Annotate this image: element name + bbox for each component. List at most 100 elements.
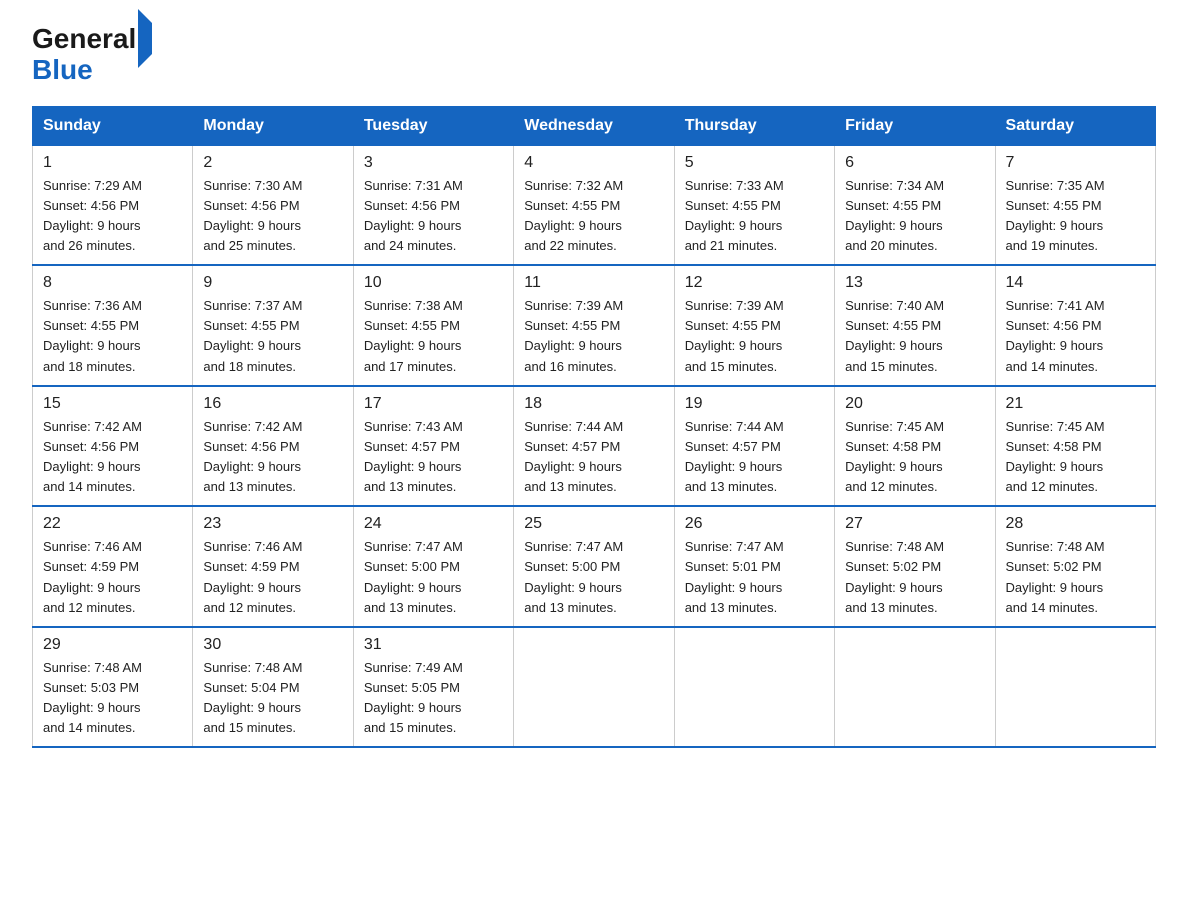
- logo-blue: Blue: [32, 55, 152, 86]
- day-info: Sunrise: 7:30 AMSunset: 4:56 PMDaylight:…: [203, 176, 342, 257]
- week-row-3: 15 Sunrise: 7:42 AMSunset: 4:56 PMDayligh…: [33, 386, 1156, 507]
- day-number: 11: [524, 274, 663, 292]
- weekday-header-thursday: Thursday: [674, 106, 834, 145]
- empty-cell: [835, 627, 995, 748]
- day-info: Sunrise: 7:38 AMSunset: 4:55 PMDaylight:…: [364, 296, 503, 377]
- day-cell-21: 21 Sunrise: 7:45 AMSunset: 4:58 PMDayligh…: [995, 386, 1155, 507]
- day-cell-25: 25 Sunrise: 7:47 AMSunset: 5:00 PMDayligh…: [514, 506, 674, 627]
- day-info: Sunrise: 7:48 AMSunset: 5:04 PMDaylight:…: [203, 658, 342, 739]
- day-number: 14: [1006, 274, 1145, 292]
- day-info: Sunrise: 7:45 AMSunset: 4:58 PMDaylight:…: [1006, 417, 1145, 498]
- day-cell-13: 13 Sunrise: 7:40 AMSunset: 4:55 PMDayligh…: [835, 265, 995, 386]
- day-number: 31: [364, 636, 503, 654]
- day-cell-27: 27 Sunrise: 7:48 AMSunset: 5:02 PMDayligh…: [835, 506, 995, 627]
- day-cell-26: 26 Sunrise: 7:47 AMSunset: 5:01 PMDayligh…: [674, 506, 834, 627]
- day-cell-22: 22 Sunrise: 7:46 AMSunset: 4:59 PMDayligh…: [33, 506, 193, 627]
- day-number: 13: [845, 274, 984, 292]
- day-cell-1: 1 Sunrise: 7:29 AMSunset: 4:56 PMDaylight…: [33, 145, 193, 265]
- day-cell-16: 16 Sunrise: 7:42 AMSunset: 4:56 PMDayligh…: [193, 386, 353, 507]
- day-info: Sunrise: 7:46 AMSunset: 4:59 PMDaylight:…: [203, 537, 342, 618]
- day-number: 1: [43, 154, 182, 172]
- day-number: 24: [364, 515, 503, 533]
- day-cell-5: 5 Sunrise: 7:33 AMSunset: 4:55 PMDaylight…: [674, 145, 834, 265]
- day-number: 21: [1006, 395, 1145, 413]
- day-cell-11: 11 Sunrise: 7:39 AMSunset: 4:55 PMDayligh…: [514, 265, 674, 386]
- day-info: Sunrise: 7:33 AMSunset: 4:55 PMDaylight:…: [685, 176, 824, 257]
- day-info: Sunrise: 7:40 AMSunset: 4:55 PMDaylight:…: [845, 296, 984, 377]
- day-info: Sunrise: 7:49 AMSunset: 5:05 PMDaylight:…: [364, 658, 503, 739]
- day-cell-20: 20 Sunrise: 7:45 AMSunset: 4:58 PMDayligh…: [835, 386, 995, 507]
- day-cell-18: 18 Sunrise: 7:44 AMSunset: 4:57 PMDayligh…: [514, 386, 674, 507]
- day-info: Sunrise: 7:39 AMSunset: 4:55 PMDaylight:…: [685, 296, 824, 377]
- empty-cell: [995, 627, 1155, 748]
- day-info: Sunrise: 7:41 AMSunset: 4:56 PMDaylight:…: [1006, 296, 1145, 377]
- day-info: Sunrise: 7:29 AMSunset: 4:56 PMDaylight:…: [43, 176, 182, 257]
- weekday-header-monday: Monday: [193, 106, 353, 145]
- day-number: 25: [524, 515, 663, 533]
- day-number: 30: [203, 636, 342, 654]
- day-info: Sunrise: 7:39 AMSunset: 4:55 PMDaylight:…: [524, 296, 663, 377]
- day-cell-2: 2 Sunrise: 7:30 AMSunset: 4:56 PMDaylight…: [193, 145, 353, 265]
- day-number: 12: [685, 274, 824, 292]
- weekday-header-tuesday: Tuesday: [353, 106, 513, 145]
- day-cell-8: 8Sunrise: 7:36 AMSunset: 4:55 PMDaylight…: [33, 265, 193, 386]
- day-info: Sunrise: 7:43 AMSunset: 4:57 PMDaylight:…: [364, 417, 503, 498]
- day-info: Sunrise: 7:47 AMSunset: 5:00 PMDaylight:…: [524, 537, 663, 618]
- day-number: 7: [1006, 154, 1145, 172]
- day-cell-12: 12 Sunrise: 7:39 AMSunset: 4:55 PMDayligh…: [674, 265, 834, 386]
- day-info: Sunrise: 7:42 AMSunset: 4:56 PMDaylight:…: [43, 417, 182, 498]
- day-number: 8: [43, 274, 182, 292]
- day-number: 17: [364, 395, 503, 413]
- day-info: Sunrise: 7:48 AMSunset: 5:03 PMDaylight:…: [43, 658, 182, 739]
- page-header: General Blue: [32, 24, 1156, 86]
- week-row-5: 29Sunrise: 7:48 AMSunset: 5:03 PMDayligh…: [33, 627, 1156, 748]
- logo-text: General: [32, 24, 152, 55]
- day-cell-7: 7 Sunrise: 7:35 AMSunset: 4:55 PMDaylight…: [995, 145, 1155, 265]
- day-info: Sunrise: 7:45 AMSunset: 4:58 PMDaylight:…: [845, 417, 984, 498]
- day-cell-15: 15 Sunrise: 7:42 AMSunset: 4:56 PMDayligh…: [33, 386, 193, 507]
- day-info: Sunrise: 7:31 AMSunset: 4:56 PMDaylight:…: [364, 176, 503, 257]
- week-row-1: 1 Sunrise: 7:29 AMSunset: 4:56 PMDaylight…: [33, 145, 1156, 265]
- weekday-header-friday: Friday: [835, 106, 995, 145]
- day-cell-23: 23Sunrise: 7:46 AMSunset: 4:59 PMDayligh…: [193, 506, 353, 627]
- day-info: Sunrise: 7:47 AMSunset: 5:01 PMDaylight:…: [685, 537, 824, 618]
- day-cell-9: 9Sunrise: 7:37 AMSunset: 4:55 PMDaylight…: [193, 265, 353, 386]
- day-number: 28: [1006, 515, 1145, 533]
- weekday-header-sunday: Sunday: [33, 106, 193, 145]
- weekday-header-wednesday: Wednesday: [514, 106, 674, 145]
- day-info: Sunrise: 7:48 AMSunset: 5:02 PMDaylight:…: [845, 537, 984, 618]
- day-number: 5: [685, 154, 824, 172]
- day-cell-4: 4Sunrise: 7:32 AMSunset: 4:55 PMDaylight…: [514, 145, 674, 265]
- day-number: 26: [685, 515, 824, 533]
- day-cell-28: 28Sunrise: 7:48 AMSunset: 5:02 PMDayligh…: [995, 506, 1155, 627]
- week-row-2: 8Sunrise: 7:36 AMSunset: 4:55 PMDaylight…: [33, 265, 1156, 386]
- calendar-table: SundayMondayTuesdayWednesdayThursdayFrid…: [32, 106, 1156, 749]
- day-info: Sunrise: 7:32 AMSunset: 4:55 PMDaylight:…: [524, 176, 663, 257]
- day-cell-6: 6Sunrise: 7:34 AMSunset: 4:55 PMDaylight…: [835, 145, 995, 265]
- day-info: Sunrise: 7:44 AMSunset: 4:57 PMDaylight:…: [685, 417, 824, 498]
- day-cell-30: 30 Sunrise: 7:48 AMSunset: 5:04 PMDayligh…: [193, 627, 353, 748]
- day-number: 20: [845, 395, 984, 413]
- day-cell-29: 29Sunrise: 7:48 AMSunset: 5:03 PMDayligh…: [33, 627, 193, 748]
- weekday-header-saturday: Saturday: [995, 106, 1155, 145]
- day-number: 9: [203, 274, 342, 292]
- day-info: Sunrise: 7:47 AMSunset: 5:00 PMDaylight:…: [364, 537, 503, 618]
- day-cell-10: 10 Sunrise: 7:38 AMSunset: 4:55 PMDayligh…: [353, 265, 513, 386]
- day-number: 22: [43, 515, 182, 533]
- day-info: Sunrise: 7:42 AMSunset: 4:56 PMDaylight:…: [203, 417, 342, 498]
- day-cell-14: 14 Sunrise: 7:41 AMSunset: 4:56 PMDayligh…: [995, 265, 1155, 386]
- day-number: 18: [524, 395, 663, 413]
- day-cell-24: 24 Sunrise: 7:47 AMSunset: 5:00 PMDayligh…: [353, 506, 513, 627]
- day-number: 10: [364, 274, 503, 292]
- day-cell-31: 31 Sunrise: 7:49 AMSunset: 5:05 PMDayligh…: [353, 627, 513, 748]
- day-info: Sunrise: 7:46 AMSunset: 4:59 PMDaylight:…: [43, 537, 182, 618]
- day-number: 15: [43, 395, 182, 413]
- day-info: Sunrise: 7:35 AMSunset: 4:55 PMDaylight:…: [1006, 176, 1145, 257]
- day-number: 2: [203, 154, 342, 172]
- day-number: 19: [685, 395, 824, 413]
- day-info: Sunrise: 7:44 AMSunset: 4:57 PMDaylight:…: [524, 417, 663, 498]
- day-number: 16: [203, 395, 342, 413]
- day-number: 27: [845, 515, 984, 533]
- day-info: Sunrise: 7:34 AMSunset: 4:55 PMDaylight:…: [845, 176, 984, 257]
- day-cell-19: 19 Sunrise: 7:44 AMSunset: 4:57 PMDayligh…: [674, 386, 834, 507]
